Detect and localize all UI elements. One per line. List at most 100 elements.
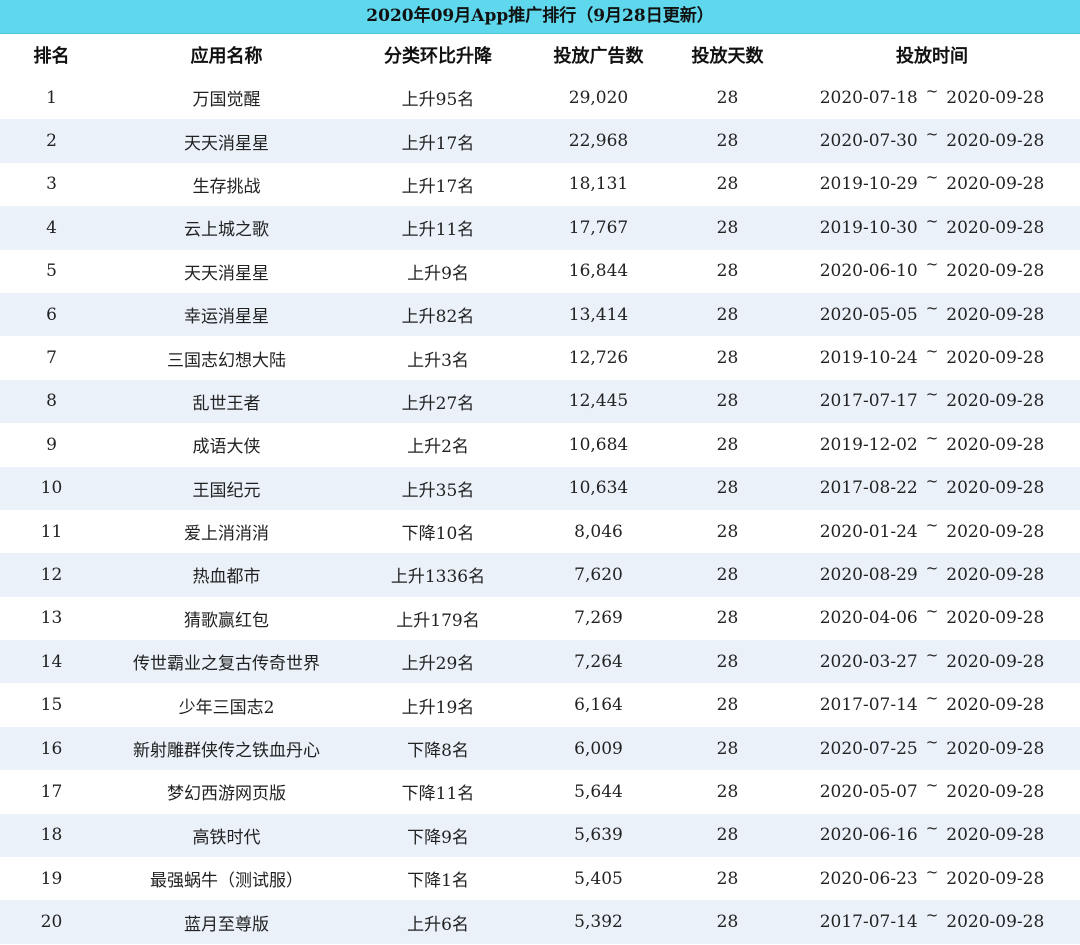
range-separator: ~: [925, 515, 939, 534]
header-ad-count: 投放广告数: [526, 34, 671, 76]
table-body: 1 万国觉醒 上升95名 29,020 28 2020-07-18 ~2020-09-28 2…: [0, 76, 1080, 944]
cell-time-range: 2017-07-14 ~2020-09-28: [784, 900, 1080, 944]
cell-days: 28: [671, 683, 784, 727]
cell-category-change: 上升95名: [350, 76, 526, 120]
cell-category-change: 上升35名: [350, 466, 526, 510]
cell-rank: 14: [0, 640, 103, 684]
table-row: 2 天天消星星 上升17名 22,968 28 2020-07-30 ~2020-09-28: [0, 119, 1080, 163]
cell-days: 28: [671, 466, 784, 510]
cell-category-change: 上升3名: [350, 336, 526, 380]
range-separator: ~: [925, 255, 939, 274]
cell-time-range: 2020-04-06 ~2020-09-28: [784, 596, 1080, 641]
cell-time-range: 2020-05-07 ~2020-09-28: [784, 770, 1080, 814]
cell-ad-count: 13,414: [526, 292, 671, 337]
cell-days: 28: [671, 596, 784, 641]
start-date: 2020-05-07: [819, 781, 918, 802]
cell-days: 28: [671, 813, 784, 858]
table-row: 16 新射雕群侠传之铁血丹心 下降8名 6,009 28 2020-07-25 ~2020-…: [0, 726, 1080, 771]
end-date: 2020-09-28: [946, 738, 1045, 759]
table-row: 18 高铁时代 下降9名 5,639 28 2020-06-16 ~2020-09-28: [0, 813, 1080, 858]
cell-app-name: 乱世王者: [103, 379, 350, 424]
table-row: 11 爱上消消消 下降10名 8,046 28 2020-01-24 ~2020-09-28: [0, 509, 1080, 554]
cell-time-range: 2020-07-18 ~2020-09-28: [784, 76, 1080, 120]
cell-rank: 6: [0, 292, 103, 337]
table-row: 7 三国志幻想大陆 上升3名 12,726 28 2019-10-24 ~2020-09-2…: [0, 336, 1080, 380]
cell-app-name: 传世霸业之复古传奇世界: [103, 640, 350, 684]
start-date: 2020-08-29: [819, 564, 918, 585]
header-row: 排名 应用名称 分类环比升降 投放广告数 投放天数 投放时间: [0, 34, 1080, 76]
range-separator: ~: [925, 472, 939, 491]
cell-days: 28: [671, 770, 784, 814]
table-row: 20 蓝月至尊版 上升6名 5,392 28 2017-07-14 ~2020-09-28: [0, 900, 1080, 944]
cell-days: 28: [671, 379, 784, 424]
cell-ad-count: 7,264: [526, 640, 671, 684]
cell-days: 28: [671, 336, 784, 380]
cell-days: 28: [671, 423, 784, 467]
table-row: 19 最强蜗牛（测试服） 下降1名 5,405 28 2020-06-23 ~2020-09…: [0, 857, 1080, 901]
cell-days: 28: [671, 76, 784, 120]
cell-category-change: 上升29名: [350, 640, 526, 684]
cell-app-name: 热血都市: [103, 553, 350, 597]
cell-rank: 19: [0, 857, 103, 901]
start-date: 2020-06-16: [819, 825, 918, 846]
cell-ad-count: 29,020: [526, 76, 671, 120]
cell-rank: 9: [0, 423, 103, 467]
end-date: 2020-09-28: [946, 131, 1045, 152]
start-date: 2020-01-24: [819, 521, 918, 542]
cell-time-range: 2020-06-16 ~2020-09-28: [784, 813, 1080, 858]
cell-time-range: 2020-07-30 ~2020-09-28: [784, 119, 1080, 163]
cell-rank: 1: [0, 76, 103, 120]
range-separator: ~: [925, 732, 939, 751]
table-row: 5 天天消星星 上升9名 16,844 28 2020-06-10 ~2020-09-28: [0, 249, 1080, 293]
table-row: 12 热血都市 上升1336名 7,620 28 2020-08-29 ~2020-09-2…: [0, 553, 1080, 597]
cell-app-name: 蓝月至尊版: [103, 900, 350, 944]
start-date: 2020-04-06: [819, 608, 918, 629]
cell-days: 28: [671, 249, 784, 293]
cell-time-range: 2019-12-02 ~2020-09-28: [784, 423, 1080, 467]
range-separator: ~: [925, 211, 939, 230]
cell-app-name: 少年三国志2: [103, 683, 350, 727]
end-date: 2020-09-28: [946, 608, 1045, 629]
range-separator: ~: [925, 645, 939, 664]
start-date: 2019-10-24: [819, 348, 918, 369]
cell-days: 28: [671, 119, 784, 163]
cell-time-range: 2019-10-29 ~2020-09-28: [784, 162, 1080, 207]
cell-category-change: 上升1336名: [350, 553, 526, 597]
cell-rank: 2: [0, 119, 103, 163]
start-date: 2019-10-29: [819, 174, 918, 195]
cell-app-name: 王国纪元: [103, 466, 350, 510]
cell-days: 28: [671, 553, 784, 597]
cell-days: 28: [671, 726, 784, 771]
cell-time-range: 2019-10-30 ~2020-09-28: [784, 206, 1080, 250]
start-date: 2017-07-14: [819, 695, 918, 716]
end-date: 2020-09-28: [946, 781, 1045, 802]
cell-ad-count: 16,844: [526, 249, 671, 293]
cell-category-change: 下降8名: [350, 726, 526, 771]
start-date: 2020-07-18: [819, 87, 918, 108]
cell-time-range: 2020-08-29 ~2020-09-28: [784, 553, 1080, 597]
end-date: 2020-09-28: [946, 348, 1045, 369]
table-row: 3 生存挑战 上升17名 18,131 28 2019-10-29 ~2020-09-28: [0, 162, 1080, 207]
table-header: 排名 应用名称 分类环比升降 投放广告数 投放天数 投放时间: [0, 34, 1080, 76]
cell-category-change: 上升9名: [350, 249, 526, 293]
cell-time-range: 2017-08-22 ~2020-09-28: [784, 466, 1080, 510]
range-separator: ~: [925, 385, 939, 404]
start-date: 2019-12-02: [819, 434, 918, 455]
cell-days: 28: [671, 206, 784, 250]
start-date: 2020-07-25: [819, 738, 918, 759]
table-row: 6 幸运消星星 上升82名 13,414 28 2020-05-05 ~2020-09-28: [0, 292, 1080, 337]
cell-app-name: 高铁时代: [103, 813, 350, 858]
cell-time-range: 2020-03-27 ~2020-09-28: [784, 640, 1080, 684]
range-separator: ~: [925, 298, 939, 317]
cell-ad-count: 12,726: [526, 336, 671, 380]
cell-ad-count: 10,634: [526, 466, 671, 510]
header-days: 投放天数: [671, 34, 784, 76]
start-date: 2017-08-22: [819, 478, 918, 499]
table-row: 4 云上城之歌 上升11名 17,767 28 2019-10-30 ~2020-09-28: [0, 206, 1080, 250]
header-rank: 排名: [0, 34, 103, 76]
ranking-table: 排名 应用名称 分类环比升降 投放广告数 投放天数 投放时间 1 万国觉醒 上升95…: [0, 34, 1080, 944]
range-separator: ~: [925, 558, 939, 577]
header-category-change: 分类环比升降: [350, 34, 526, 76]
cell-category-change: 上升2名: [350, 423, 526, 467]
cell-rank: 20: [0, 900, 103, 944]
